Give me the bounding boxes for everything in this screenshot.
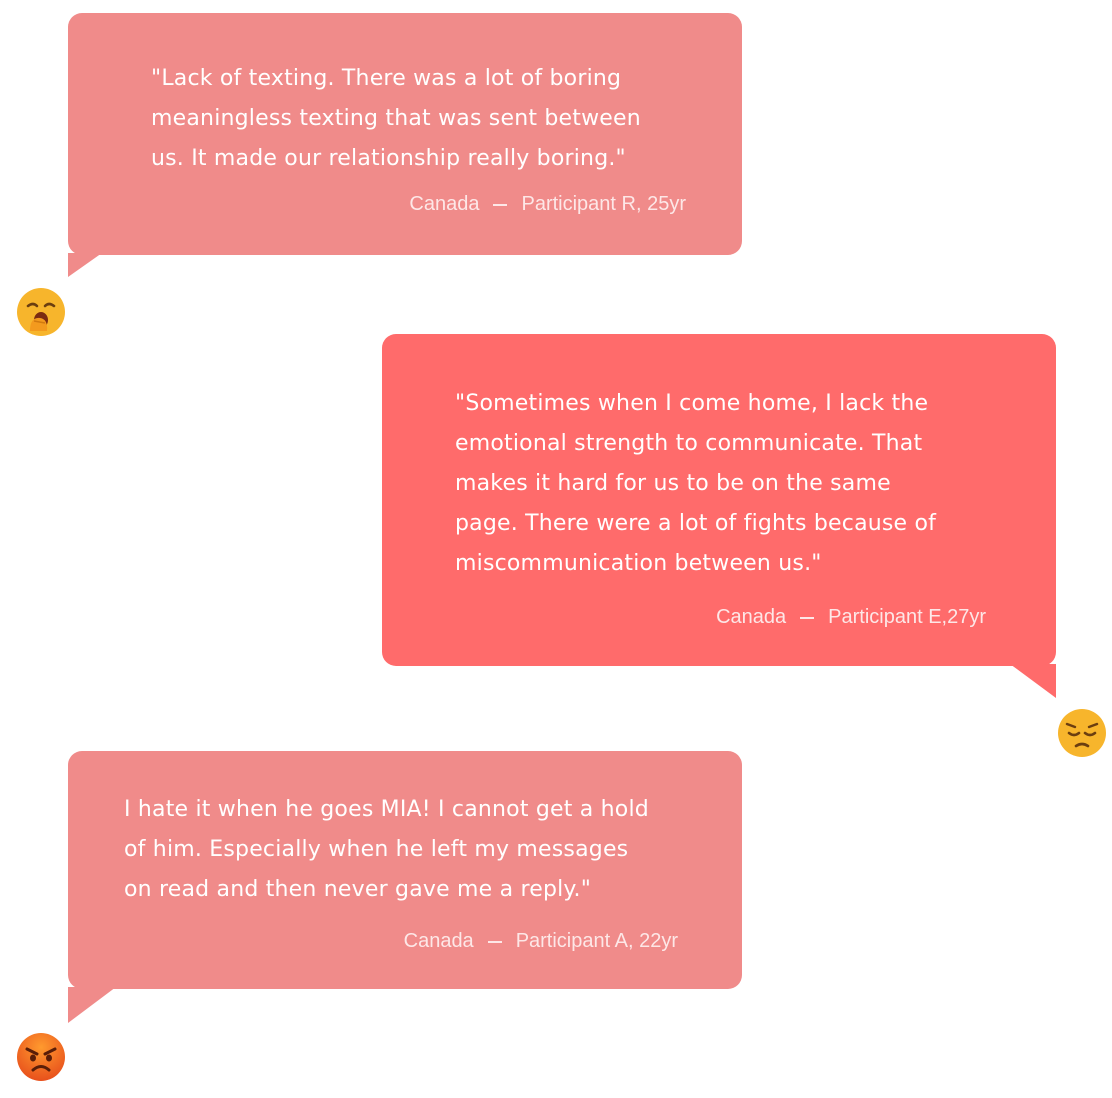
- angry-face-icon: [16, 1032, 66, 1082]
- bubble-tail-2: [1010, 664, 1056, 698]
- testimonial-bubble-1: "Lack of texting. There was a lot of bor…: [68, 13, 742, 255]
- testimonial-bubble-2: "Sometimes when I come home, I lack the …: [382, 334, 1056, 666]
- testimonial-bubble-3: I hate it when he goes MIA! I cannot get…: [68, 751, 742, 989]
- testimonial-location-1: Canada: [409, 193, 480, 215]
- yawning-face-icon: [16, 287, 66, 337]
- testimonial-location-3: Canada: [403, 930, 474, 952]
- separator-dash: [800, 616, 815, 619]
- testimonial-participant-3: Participant A, 22yr: [515, 930, 678, 952]
- testimonial-attribution-2: Canada Participant E,27yr: [716, 606, 986, 629]
- testimonial-participant-2: Participant E,27yr: [828, 606, 986, 628]
- testimonial-quote-3: I hate it when he goes MIA! I cannot get…: [124, 797, 649, 902]
- separator-dash: [493, 203, 508, 206]
- testimonial-participant-1: Participant R, 25yr: [521, 193, 686, 215]
- testimonial-location-2: Canada: [716, 606, 787, 628]
- testimonial-quote-2: "Sometimes when I come home, I lack the …: [455, 391, 937, 576]
- pensive-face-icon: [1057, 708, 1107, 758]
- bubble-tail-3: [68, 987, 116, 1023]
- bubble-tail-1: [68, 253, 102, 277]
- testimonial-attribution-3: Canada Participant A, 22yr: [404, 930, 678, 953]
- testimonial-quote-1: "Lack of texting. There was a lot of bor…: [151, 66, 641, 171]
- separator-dash: [487, 940, 502, 943]
- testimonial-attribution-1: Canada Participant R, 25yr: [409, 193, 686, 216]
